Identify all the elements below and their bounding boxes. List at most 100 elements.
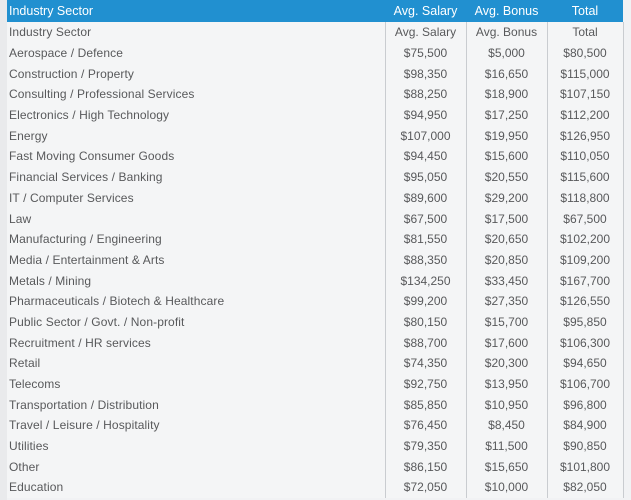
- cell-industry-sector: Law: [0, 208, 385, 229]
- table-row[interactable]: Electronics / High Technology $94,950 $17,…: [0, 104, 624, 126]
- cell-industry-sector: IT / Computer Services: [0, 187, 385, 209]
- table-row[interactable]: Education $72,050 $10,000 $82,050: [0, 477, 624, 498]
- cell-total: $110,050: [546, 146, 624, 167]
- table-row[interactable]: Fast Moving Consumer Goods $94,450 $15,600…: [0, 146, 624, 167]
- cell-avg-bonus: $20,300: [465, 353, 547, 374]
- cell-total: $107,150: [546, 84, 624, 105]
- cell-industry-sector: Utilities: [0, 435, 385, 457]
- cell-avg-bonus: $17,600: [465, 332, 547, 353]
- cell-total: $67,500: [546, 208, 624, 229]
- cell-total: $109,200: [546, 249, 624, 271]
- cell-industry-sector: Public Sector / Govt. / Non-profit: [0, 311, 385, 333]
- table-subheader-row: Industry Sector Avg. Salary Avg. Bonus T…: [0, 22, 624, 43]
- table-row[interactable]: Transportation / Distribution $85,850 $10,…: [0, 394, 624, 416]
- column-header-industry-sector[interactable]: Industry Sector: [0, 0, 385, 22]
- cell-total: $102,200: [546, 228, 624, 250]
- table-row[interactable]: IT / Computer Services $89,600 $29,200 $118…: [0, 187, 624, 209]
- cell-avg-bonus: $16,650: [465, 63, 547, 85]
- table-row[interactable]: Media / Entertainment & Arts $88,350 $20,8…: [0, 249, 624, 271]
- cell-avg-salary: $80,150: [384, 311, 466, 333]
- cell-industry-sector: Media / Entertainment & Arts: [0, 249, 385, 271]
- table-row[interactable]: Construction / Property $98,350 $16,650 $11…: [0, 63, 624, 85]
- cell-avg-bonus: $11,500: [465, 435, 547, 457]
- table-row[interactable]: Utilities $79,350 $11,500 $90,850: [0, 435, 624, 457]
- table-row[interactable]: Metals / Mining $134,250 $33,450 $167,700: [0, 270, 624, 291]
- table-row[interactable]: Pharmaceuticals / Biotech & Healthcare $9…: [0, 290, 624, 312]
- cell-avg-salary: $88,250: [384, 84, 466, 105]
- cell-total: $118,800: [546, 187, 624, 209]
- cell-avg-salary: $89,600: [384, 187, 466, 209]
- cell-total: $80,500: [546, 42, 624, 64]
- cell-avg-bonus: $20,850: [465, 249, 547, 271]
- cell-industry-sector: Manufacturing / Engineering: [0, 228, 385, 250]
- cell-avg-bonus: $20,650: [465, 228, 547, 250]
- cell-industry-sector: Fast Moving Consumer Goods: [0, 146, 385, 167]
- cell-industry-sector: Construction / Property: [0, 63, 385, 85]
- cell-avg-bonus: $15,600: [465, 146, 547, 167]
- cell-industry-sector: Financial Services / Banking: [0, 166, 385, 188]
- cell-avg-salary: $79,350: [384, 435, 466, 457]
- cell-avg-salary: $134,250: [384, 270, 466, 291]
- cell-total: $115,000: [546, 63, 624, 85]
- cell-avg-salary: $86,150: [384, 456, 466, 478]
- cell-avg-bonus: $18,900: [465, 84, 547, 105]
- cell-industry-sector: Energy: [0, 125, 385, 147]
- cell-industry-sector: Telecoms: [0, 373, 385, 395]
- cell-avg-bonus: $17,500: [465, 208, 547, 229]
- cell-avg-salary: $88,350: [384, 249, 466, 271]
- cell-avg-bonus: $20,550: [465, 166, 547, 188]
- column-header-total[interactable]: Total: [547, 0, 623, 22]
- cell-industry-sector: Education: [0, 477, 385, 498]
- cell-avg-salary: $94,950: [384, 104, 466, 126]
- cell-industry-sector: Aerospace / Defence: [0, 42, 385, 64]
- cell-total: $96,800: [546, 394, 624, 416]
- table-row[interactable]: Telecoms $92,750 $13,950 $106,700: [0, 373, 624, 395]
- cell-avg-bonus: $33,450: [465, 270, 547, 291]
- cell-industry-sector: Consulting / Professional Services: [0, 84, 385, 105]
- cell-avg-salary: $74,350: [384, 353, 466, 374]
- cell-total: $112,200: [546, 104, 624, 126]
- cell-avg-bonus: $29,200: [465, 187, 547, 209]
- cell-avg-bonus: $10,000: [465, 477, 547, 498]
- cell-avg-salary: $76,450: [384, 415, 466, 436]
- cell-total: $84,900: [546, 415, 624, 436]
- column-header-avg-salary[interactable]: Avg. Salary: [385, 0, 466, 22]
- table-row[interactable]: Retail $74,350 $20,300 $94,650: [0, 353, 624, 374]
- table-row[interactable]: Law $67,500 $17,500 $67,500: [0, 208, 624, 229]
- cell-total: $115,600: [546, 166, 624, 188]
- cell-avg-salary: $85,850: [384, 394, 466, 416]
- cell-avg-salary: $81,550: [384, 228, 466, 250]
- table-row[interactable]: Public Sector / Govt. / Non-profit $80,15…: [0, 311, 624, 333]
- cell-avg-bonus: $10,950: [465, 394, 547, 416]
- table-row[interactable]: Consulting / Professional Services $88,25…: [0, 84, 624, 105]
- table-row[interactable]: Recruitment / HR services $88,700 $17,600 $…: [0, 332, 624, 353]
- cell-avg-salary: $107,000: [384, 125, 466, 147]
- table-row[interactable]: Financial Services / Banking $95,050 $20,5…: [0, 166, 624, 188]
- cell-industry-sector: Retail: [0, 353, 385, 374]
- table-row[interactable]: Travel / Leisure / Hospitality $76,450 $8,…: [0, 415, 624, 436]
- cell-avg-bonus: $5,000: [465, 42, 547, 64]
- table-row[interactable]: Other $86,150 $15,650 $101,800: [0, 456, 624, 478]
- cell-total: $167,700: [546, 270, 624, 291]
- cell-industry-sector: Electronics / High Technology: [0, 104, 385, 126]
- table-row[interactable]: Manufacturing / Engineering $81,550 $20,65…: [0, 228, 624, 250]
- cell-total: $106,700: [546, 373, 624, 395]
- cell-avg-bonus: $27,350: [465, 290, 547, 312]
- cell-avg-bonus: $19,950: [465, 125, 547, 147]
- cell-total: $126,950: [546, 125, 624, 147]
- cell-avg-salary: $72,050: [384, 477, 466, 498]
- cell-avg-salary: $98,350: [384, 63, 466, 85]
- cell-industry-sector: Other: [0, 456, 385, 478]
- left-margin-strip: [0, 0, 7, 500]
- cell-industry-sector: Travel / Leisure / Hospitality: [0, 415, 385, 436]
- subheader-industry-sector: Industry Sector: [0, 22, 385, 43]
- cell-avg-salary: $75,500: [384, 42, 466, 64]
- cell-industry-sector: Metals / Mining: [0, 270, 385, 291]
- column-header-avg-bonus[interactable]: Avg. Bonus: [466, 0, 547, 22]
- table-row[interactable]: Energy $107,000 $19,950 $126,950: [0, 125, 624, 147]
- cell-avg-bonus: $15,700: [465, 311, 547, 333]
- table-head: Industry Sector Avg. Salary Avg. Bonus T…: [0, 0, 623, 22]
- table-row[interactable]: Aerospace / Defence $75,500 $5,000 $80,500: [0, 42, 624, 64]
- cell-total: $101,800: [546, 456, 624, 478]
- industry-salary-table: Industry Sector Avg. Salary Avg. Bonus T…: [0, 0, 624, 498]
